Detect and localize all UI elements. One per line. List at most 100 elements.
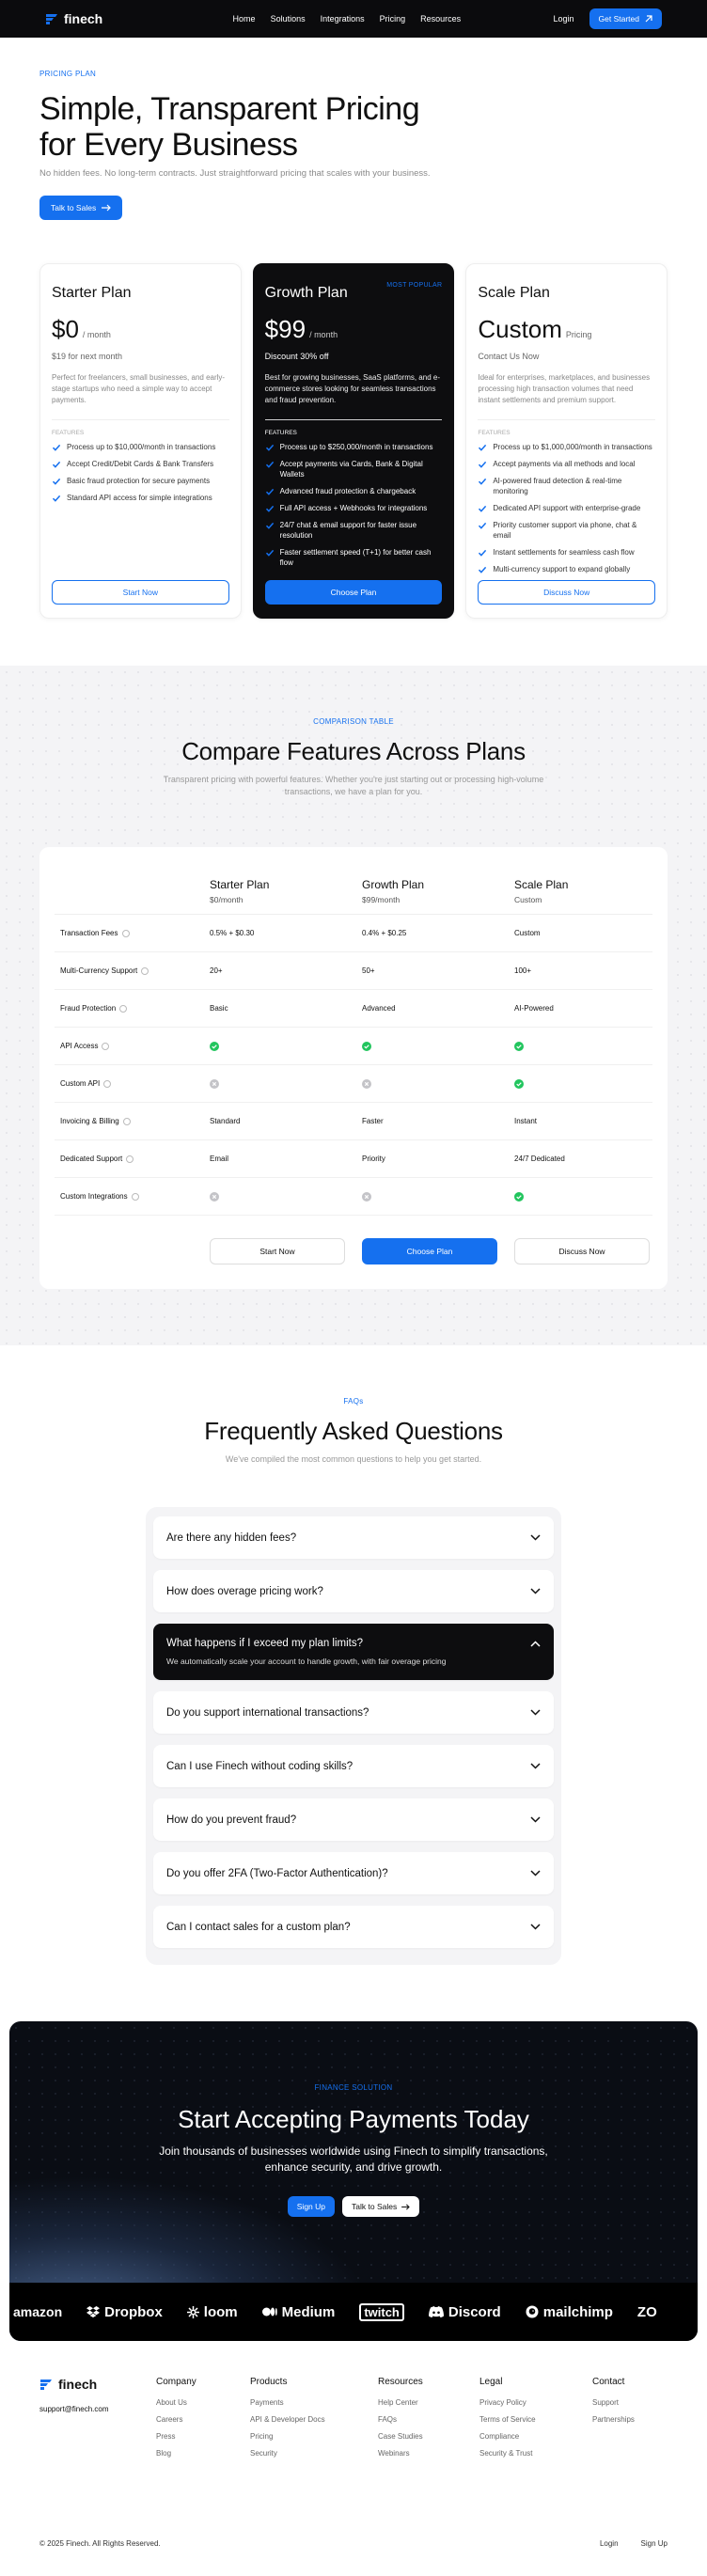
footer-link[interactable]: Payments xyxy=(250,2398,378,2407)
table-row: API Access xyxy=(55,1028,652,1065)
footer-brand[interactable]: finech xyxy=(39,2377,156,2392)
check-icon xyxy=(478,565,487,574)
chevron-down-icon[interactable] xyxy=(530,1534,541,1541)
table-cell xyxy=(514,1078,652,1089)
faq-item[interactable]: How does overage pricing work? xyxy=(153,1570,554,1612)
info-icon[interactable] xyxy=(131,1192,139,1201)
check-circle-icon xyxy=(362,1041,514,1051)
info-icon[interactable] xyxy=(122,1117,131,1125)
chevron-up-icon[interactable] xyxy=(530,1640,541,1647)
plan-price: $0 xyxy=(52,315,79,343)
features-label: FEATURES xyxy=(264,430,297,436)
top-nav: finech Home Solutions Integrations Prici… xyxy=(0,0,707,38)
nav-link-integrations[interactable]: Integrations xyxy=(321,14,365,24)
footer-link[interactable]: Security & Trust xyxy=(479,2449,592,2458)
chevron-down-icon[interactable] xyxy=(530,1709,541,1716)
footer-link[interactable]: Press xyxy=(156,2432,250,2441)
info-icon[interactable] xyxy=(103,1079,112,1088)
info-icon[interactable] xyxy=(119,1004,128,1013)
hero-title: Simple, Transparent Pricing for Every Bu… xyxy=(39,91,420,163)
footer-signup-link[interactable]: Sign Up xyxy=(641,2539,668,2548)
faq-item[interactable]: Do you offer 2FA (Two-Factor Authenticat… xyxy=(153,1852,554,1894)
nav-link-resources[interactable]: Resources xyxy=(420,14,461,24)
discuss-now-button[interactable]: Discuss Now xyxy=(514,1238,650,1264)
compare-title: Compare Features Across Plans xyxy=(181,737,526,765)
footer-link[interactable]: API & Developer Docs xyxy=(250,2415,378,2424)
feature-list: Process up to $1,000,000/month in transa… xyxy=(478,442,655,574)
footer-link[interactable]: Terms of Service xyxy=(479,2415,592,2424)
features-label: FEATURES xyxy=(478,430,511,436)
plan-card-growth: Growth Plan MOST POPULAR $99/ month Disc… xyxy=(252,263,455,619)
footer-link[interactable]: Security xyxy=(250,2449,378,2458)
info-icon[interactable] xyxy=(102,1042,110,1050)
footer-column-title: Products xyxy=(250,2377,288,2387)
faq-item[interactable]: How do you prevent fraud? xyxy=(153,1798,554,1841)
divider xyxy=(478,419,656,420)
discuss-now-button[interactable]: Discuss Now xyxy=(478,580,656,605)
faq-item[interactable]: Can I contact sales for a custom plan? xyxy=(153,1906,554,1948)
info-icon[interactable] xyxy=(141,966,149,975)
feature-text: Accept payments via all methods and loca… xyxy=(493,460,636,468)
brand-logo[interactable]: finech xyxy=(45,11,102,26)
row-label-text: Transaction Fees xyxy=(60,929,118,937)
check-circle-icon xyxy=(210,1041,362,1051)
nav-link-pricing[interactable]: Pricing xyxy=(380,14,406,24)
start-now-button[interactable]: Start Now xyxy=(210,1238,345,1264)
support-email[interactable]: support@finech.com xyxy=(39,2405,156,2413)
faq-item-open[interactable]: What happens if I exceed my plan limits?… xyxy=(153,1624,554,1680)
table-cell xyxy=(210,1041,362,1051)
info-icon[interactable] xyxy=(121,929,130,937)
choose-plan-button[interactable]: Choose Plan xyxy=(362,1238,497,1264)
footer-link[interactable]: About Us xyxy=(156,2398,250,2407)
footer-link[interactable]: Pricing xyxy=(250,2432,378,2441)
footer-link[interactable]: Careers xyxy=(156,2415,250,2424)
chevron-down-icon[interactable] xyxy=(530,1763,541,1769)
footer-link[interactable]: Privacy Policy xyxy=(479,2398,592,2407)
footer-link[interactable]: Help Center xyxy=(378,2398,479,2407)
faq-question: What happens if I exceed my plan limits? xyxy=(166,1638,364,1649)
footer-link[interactable]: Support xyxy=(592,2398,668,2407)
chevron-down-icon[interactable] xyxy=(530,1816,541,1823)
check-circle-icon xyxy=(514,1078,652,1089)
check-icon xyxy=(52,443,61,452)
faq-item[interactable]: Can I use Finech without coding skills? xyxy=(153,1745,554,1787)
chevron-down-icon[interactable] xyxy=(530,1924,541,1930)
login-link[interactable]: Login xyxy=(553,14,573,24)
talk-to-sales-button[interactable]: Talk to Sales xyxy=(39,196,123,220)
faq-question: Can I contact sales for a custom plan? xyxy=(166,1921,351,1933)
footer-login-link[interactable]: Login xyxy=(600,2539,619,2548)
plan-card-scale: Scale Plan Custom Pricing Contact Us Now … xyxy=(465,263,668,619)
start-now-button[interactable]: Start Now xyxy=(52,580,229,605)
nav-link-solutions[interactable]: Solutions xyxy=(271,14,306,24)
check-icon xyxy=(265,521,275,541)
footer-link[interactable]: Case Studies xyxy=(378,2432,479,2441)
discord-icon xyxy=(428,2306,444,2317)
footer-link[interactable]: Compliance xyxy=(479,2432,592,2441)
get-started-button[interactable]: Get Started xyxy=(589,8,662,29)
table-cell: Email xyxy=(210,1154,229,1163)
hero-section: PRICING PLAN Simple, Transparent Pricing… xyxy=(0,38,707,220)
sign-up-button[interactable]: Sign Up xyxy=(287,2196,336,2217)
talk-to-sales-button[interactable]: Talk to Sales xyxy=(342,2196,420,2217)
table-cell: 20+ xyxy=(210,966,223,975)
info-icon[interactable] xyxy=(126,1154,134,1163)
table-cell: Faster xyxy=(362,1117,384,1125)
chevron-down-icon[interactable] xyxy=(530,1588,541,1594)
footer-link[interactable]: Webinars xyxy=(378,2449,479,2458)
feature-text: Instant settlements for seamless cash fl… xyxy=(493,548,635,557)
row-label-text: Fraud Protection xyxy=(60,1004,117,1013)
nav-link-home[interactable]: Home xyxy=(233,14,256,24)
faq-list: Are there any hidden fees? How does overa… xyxy=(146,1507,561,1965)
footer-link[interactable]: FAQs xyxy=(378,2415,479,2424)
faq-item[interactable]: Are there any hidden fees? xyxy=(153,1516,554,1559)
footer-link[interactable]: Blog xyxy=(156,2449,250,2458)
faq-subtitle: We've compiled the most common questions… xyxy=(225,1454,482,1464)
choose-plan-button[interactable]: Choose Plan xyxy=(264,580,443,605)
feature-text: Priority customer support via phone, cha… xyxy=(493,521,637,540)
faq-item[interactable]: Do you support international transaction… xyxy=(153,1691,554,1734)
chevron-down-icon[interactable] xyxy=(530,1870,541,1877)
table-cell: 0.4% + $0.25 xyxy=(362,929,407,937)
faq-eyebrow: FAQs xyxy=(343,1397,364,1406)
brand-name: finech xyxy=(58,2377,98,2392)
footer-link[interactable]: Partnerships xyxy=(592,2415,668,2424)
